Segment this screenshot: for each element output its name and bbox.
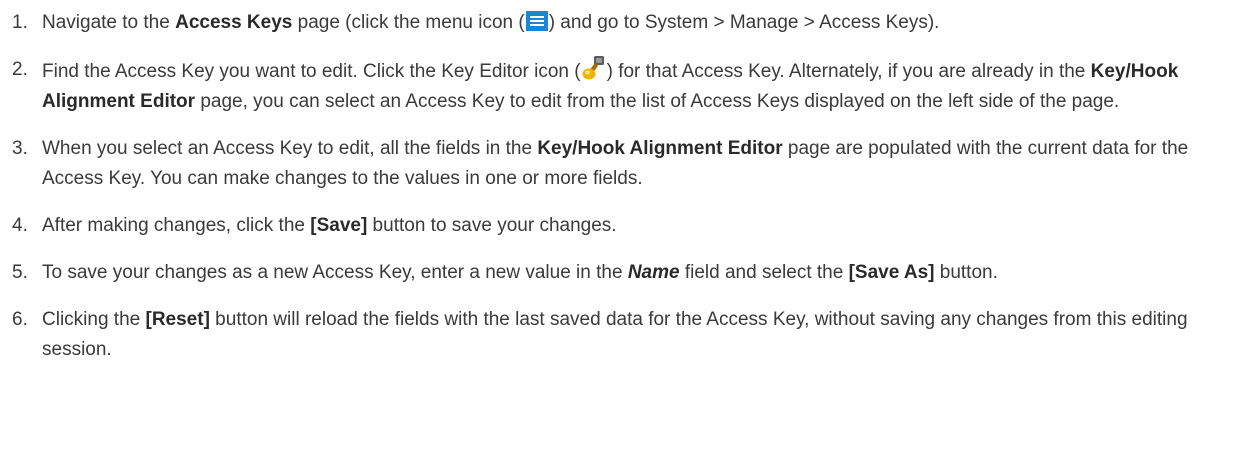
step-number: 4. <box>12 215 28 236</box>
step-2: 2. Find the Access Key you want to edit.… <box>0 55 1236 117</box>
step-text: button will reload the fields with the l… <box>42 309 1188 360</box>
step-number: 1. <box>12 12 28 33</box>
step-text: ) and go to System > Manage > Access Key… <box>548 12 940 33</box>
key-editor-icon <box>582 55 606 81</box>
step-text: button. <box>934 262 998 283</box>
access-keys-label: Access Keys <box>175 12 293 33</box>
step-text: After making changes, click the <box>42 215 311 236</box>
step-text: Find the Access Key you want to edit. Cl… <box>42 61 581 82</box>
step-text: field and select the <box>679 262 849 283</box>
step-text: button to save your changes. <box>367 215 617 236</box>
save-button-label: [Save] <box>310 215 368 236</box>
step-4: 4. After making changes, click the [Save… <box>0 211 1236 241</box>
name-field-label: Name <box>627 262 680 283</box>
step-text: When you select an Access Key to edit, a… <box>42 138 538 159</box>
step-number: 6. <box>12 309 28 330</box>
step-6: 6. Clicking the [Reset] button will relo… <box>0 305 1236 365</box>
menu-icon <box>525 11 548 31</box>
instruction-list: 1. Navigate to the Access Keys page (cli… <box>0 0 1236 365</box>
step-text: page, you can select an Access Key to ed… <box>195 91 1120 112</box>
step-1: 1. Navigate to the Access Keys page (cli… <box>0 0 1236 38</box>
step-text: To save your changes as a new Access Key… <box>42 262 628 283</box>
save-as-button-label: [Save As] <box>848 262 935 283</box>
step-number: 3. <box>12 138 28 159</box>
step-5: 5. To save your changes as a new Access … <box>0 258 1236 288</box>
step-number: 2. <box>12 59 28 80</box>
step-text: page (click the menu icon ( <box>292 12 525 33</box>
step-text: Navigate to the <box>42 12 176 33</box>
step-text: Clicking the <box>42 309 146 330</box>
step-3: 3. When you select an Access Key to edit… <box>0 134 1236 194</box>
step-number: 5. <box>12 262 28 283</box>
editor-page-label: Key/Hook Alignment Editor <box>537 138 783 159</box>
reset-button-label: [Reset] <box>145 309 210 330</box>
step-text: ) for that Access Key. Alternately, if y… <box>606 61 1091 82</box>
